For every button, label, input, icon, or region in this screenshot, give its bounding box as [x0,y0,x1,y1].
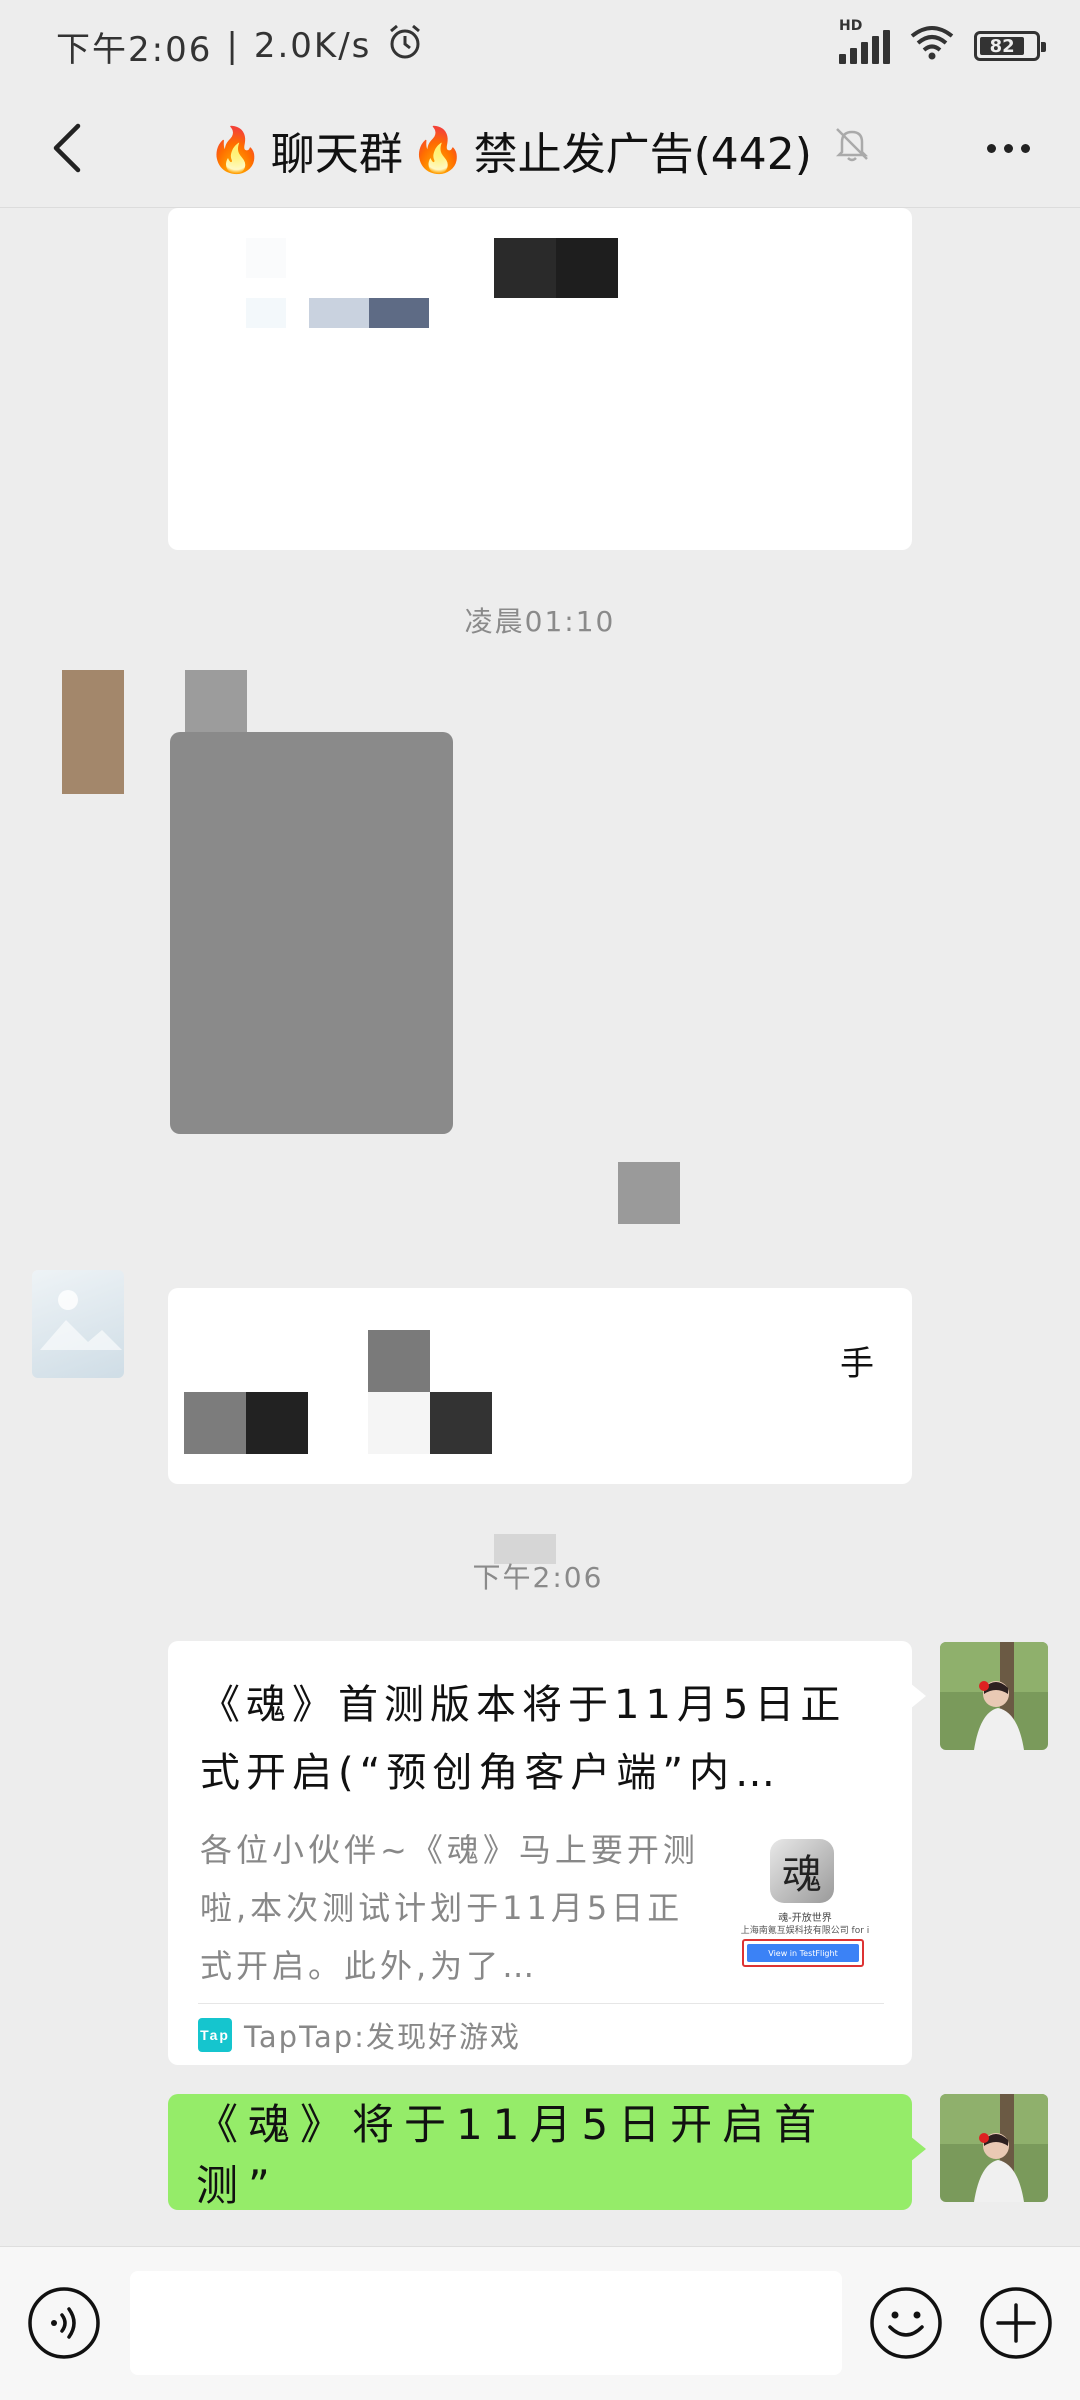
voice-button[interactable] [26,2285,102,2361]
status-time: 下午2:06 [56,29,213,70]
mosaic-block [556,238,618,298]
mosaic-block [246,238,286,278]
image-placeholder-icon [40,1290,122,1350]
mosaic-block [618,1162,680,1224]
emoji-icon [870,2287,942,2359]
testflight-label: View in TestFlight [747,1944,859,1962]
signal-icon: HD [839,18,890,64]
obscured-message[interactable]: 手 [168,1288,912,1484]
voice-icon [28,2287,100,2359]
obscured-image-message[interactable] [170,732,453,1134]
status-separator: | [226,26,240,66]
app-name: 魂-开放世界 [778,1913,832,1924]
status-right: HD 82 [839,18,1046,69]
avatar[interactable] [32,1270,124,1378]
emoji-button[interactable] [868,2285,944,2361]
hd-label: HD [839,18,863,34]
status-bar: 下午2:06 | 2.0K/s HD 82 [0,0,1080,92]
mosaic-block [185,670,247,732]
mute-bell-icon [832,124,872,175]
mosaic-block [309,298,369,328]
app-icon: 魂 [770,1839,834,1903]
taptap-logo-icon: Tap [198,2017,232,2052]
testflight-button: View in TestFlight [742,1939,864,1967]
card-source-label: TapTap:发现好游戏 [244,2019,521,2054]
card-title: 《魂》首测版本将于11月5日正式开启(“预创角客户端”内… [200,1682,847,1796]
more-icon-dot [1020,143,1030,153]
fire-emoji: 🔥 [410,124,466,176]
mosaic-block [246,298,286,328]
partial-text: 手 [840,1344,874,1384]
fire-emoji: 🔥 [208,124,263,176]
chat-title: 🔥 聊天群 🔥 禁止发广告(442) [208,118,872,182]
card-description: 各位小伙伴~《魂》马上要开测啦,本次测试计划于11月5日正式开启。此外,为了… [200,1831,699,1985]
chat-header: 🔥 聊天群 🔥 禁止发广告(442) [0,92,1080,208]
back-arrow-icon [53,123,81,173]
card-body: 各位小伙伴~《魂》马上要开测啦,本次测试计划于11月5日正式开启。此外,为了… … [200,1821,882,1995]
mosaic-block [184,1392,246,1454]
back-button[interactable] [36,118,96,178]
more-icon-dot [986,143,996,153]
avatar-photo [940,1642,1048,1750]
chat-title-name: 聊天群 [270,128,403,180]
more-button[interactable] [972,118,1044,178]
battery-icon: 82 [974,31,1046,61]
link-card[interactable]: 《魂》首测版本将于11月5日正式开启(“预创角客户端”内… 各位小伙伴~《魂》马… [168,1641,926,2065]
sent-text-message[interactable]: 《魂》将于11月5日开启首测” [168,2094,926,2210]
chat-title-suffix: 禁止发广告(442) [473,128,812,180]
mosaic-block [368,1330,430,1392]
network-speed: 2.0K/s [253,26,372,66]
plus-icon [980,2287,1052,2359]
message-input[interactable] [130,2271,842,2375]
more-icon-dot [1003,143,1013,153]
wifi-icon [908,24,956,69]
timestamp: 下午2:06 [472,1561,604,1594]
avatar-photo [940,2094,1048,2202]
mosaic-block [246,1392,308,1454]
obscured-message[interactable] [168,208,912,550]
input-bar [0,2246,1080,2400]
battery-level: 82 [980,36,1025,57]
sent-text: 《魂》将于11月5日开启首测” [196,2100,827,2210]
mosaic-block [494,238,556,298]
alarm-icon [385,22,425,71]
card-source: Tap TapTap:发现好游戏 [198,2003,884,2065]
app-icon-char: 魂 [782,1852,822,1898]
app-developer: 上海南氪互娱科技有限公司 for i [740,1926,870,1936]
mosaic-block [368,1392,430,1454]
avatar[interactable] [940,1642,1048,1750]
status-left: 下午2:06 | 2.0K/s [56,22,425,71]
mosaic-block [430,1392,492,1454]
card-thumbnail: 魂 魂-开放世界 上海南氪互娱科技有限公司 for i View in Test… [730,1839,880,1989]
plus-button[interactable] [978,2285,1054,2361]
mosaic-block [369,298,429,328]
avatar[interactable] [940,2094,1048,2202]
timestamp: 凌晨01:10 [464,605,616,638]
avatar[interactable] [62,670,124,794]
